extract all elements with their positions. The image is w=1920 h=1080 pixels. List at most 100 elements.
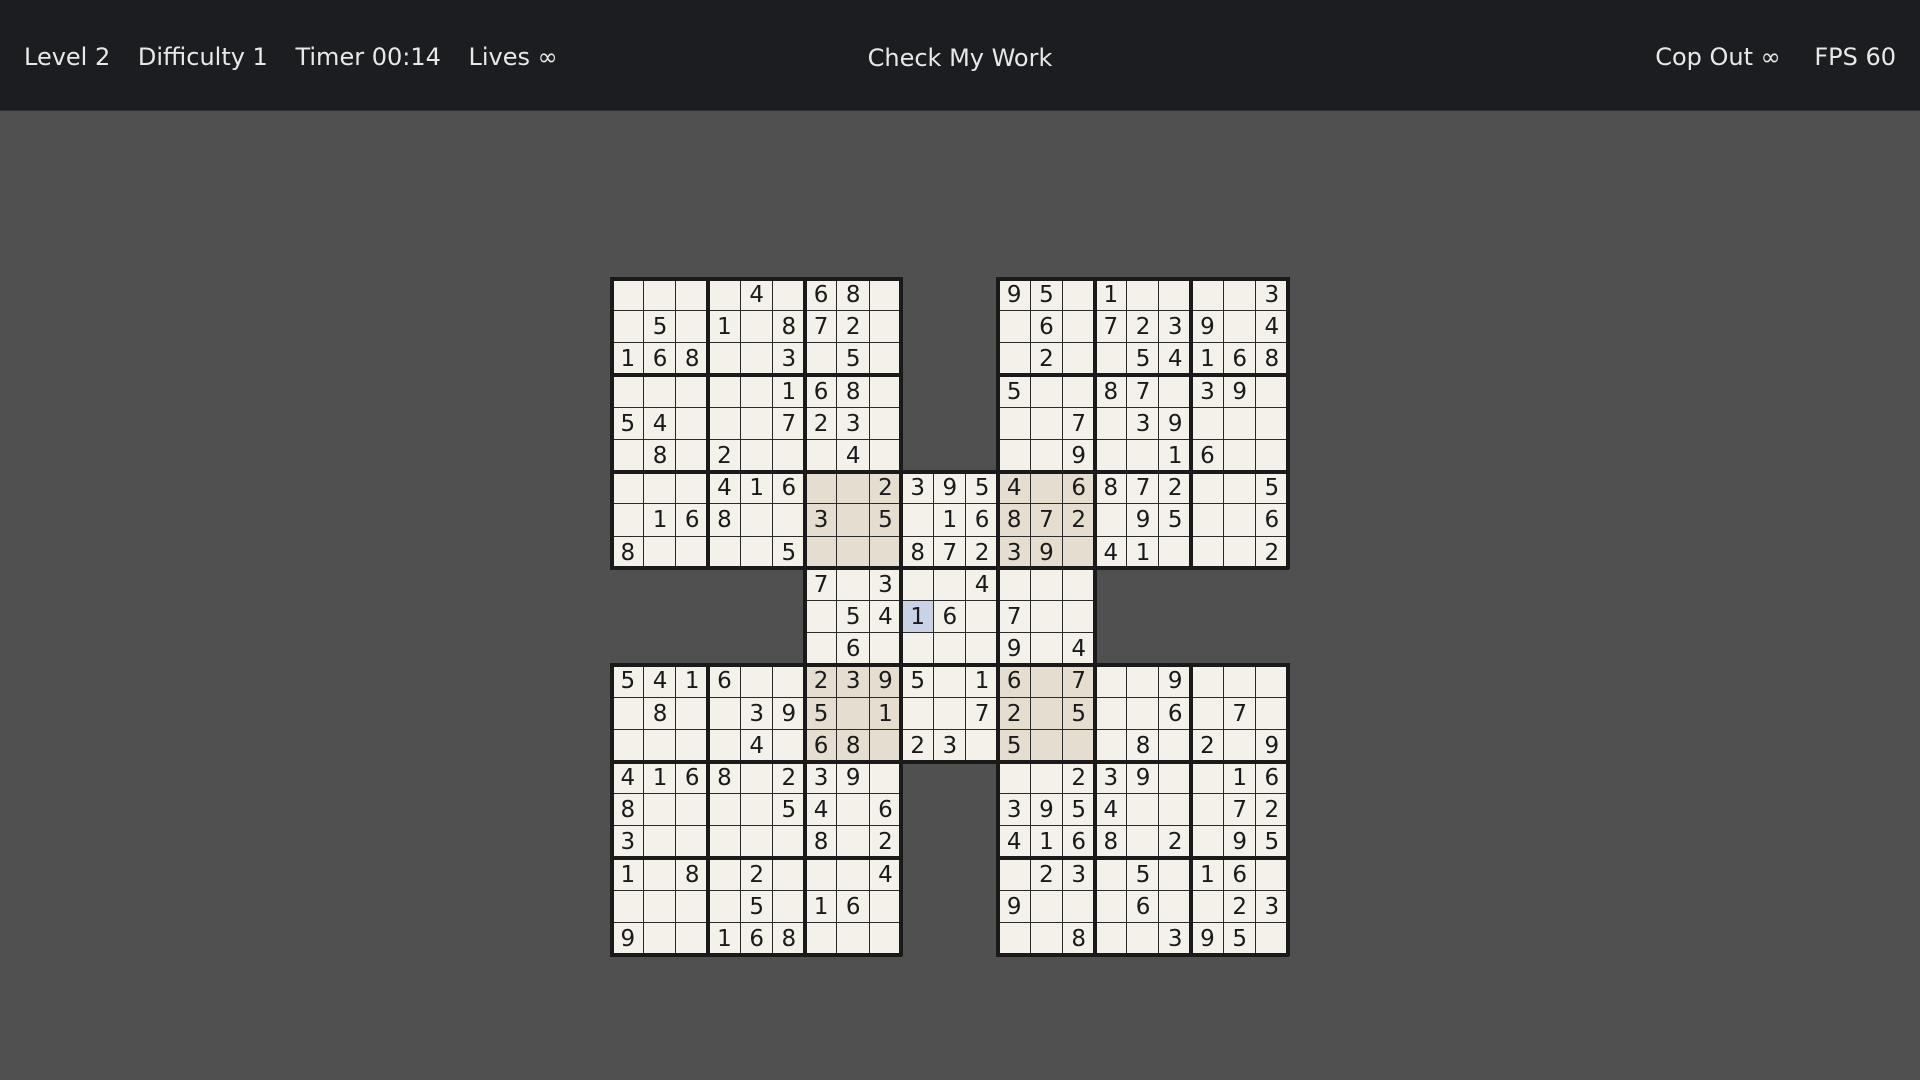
sudoku-cell[interactable] [643,471,676,504]
sudoku-cell[interactable] [675,535,709,569]
sudoku-cell[interactable]: 6 [933,600,966,633]
sudoku-cell[interactable] [707,406,741,440]
sudoku-cell[interactable] [739,374,773,408]
sudoku-cell[interactable] [643,793,676,826]
sudoku-cell[interactable] [1094,342,1127,376]
sudoku-cell[interactable]: 4 [611,761,644,794]
sudoku-cell[interactable] [804,600,837,633]
sudoku-cell[interactable] [1190,761,1224,794]
sudoku-cell[interactable]: 3 [804,761,837,794]
sudoku-cell[interactable]: 6 [997,664,1031,698]
sudoku-cell[interactable] [1094,664,1127,698]
sudoku-cell[interactable]: 7 [997,600,1031,633]
sudoku-cell[interactable] [1126,793,1159,826]
sudoku-cell[interactable] [1061,535,1095,569]
sudoku-cell[interactable]: 2 [804,664,837,698]
sudoku-cell[interactable] [868,922,902,955]
sudoku-cell[interactable]: 1 [1029,825,1063,859]
sudoku-cell[interactable] [1126,664,1159,698]
sudoku-cell[interactable] [1029,600,1063,633]
sudoku-cell[interactable] [1061,342,1095,376]
sudoku-cell[interactable] [611,696,644,730]
sudoku-cell[interactable] [1126,696,1159,730]
sudoku-cell[interactable] [1190,825,1224,859]
sudoku-cell[interactable]: 4 [997,471,1031,504]
sudoku-cell[interactable]: 8 [675,857,709,891]
sudoku-cell[interactable]: 2 [1222,889,1256,923]
sudoku-cell[interactable] [772,889,805,923]
sudoku-cell[interactable]: 3 [1061,857,1095,891]
sudoku-cell[interactable]: 3 [868,567,902,601]
sudoku-cell[interactable]: 6 [1190,439,1224,472]
sudoku-cell[interactable] [1126,278,1159,311]
sudoku-cell[interactable] [836,825,870,859]
sudoku-cell[interactable]: 6 [804,374,837,408]
sudoku-cell[interactable] [1061,374,1095,408]
sudoku-cell[interactable]: 5 [1158,503,1192,537]
sudoku-cell[interactable]: 6 [772,471,805,504]
sudoku-cell[interactable] [675,439,709,472]
sudoku-cell[interactable] [707,278,741,311]
sudoku-cell[interactable]: 8 [611,793,644,826]
sudoku-cell[interactable]: 4 [707,471,741,504]
sudoku-cell[interactable]: 8 [900,535,934,569]
sudoku-cell[interactable]: 4 [868,857,902,891]
sudoku-cell[interactable]: 8 [1061,922,1095,955]
sudoku-cell[interactable] [804,857,837,891]
sudoku-cell[interactable]: 4 [1255,310,1288,343]
sudoku-cell[interactable]: 6 [1158,696,1192,730]
sudoku-cell[interactable]: 6 [804,728,837,762]
sudoku-cell[interactable] [900,696,934,730]
sudoku-cell[interactable] [804,535,837,569]
sudoku-cell[interactable] [611,503,644,537]
sudoku-cell[interactable]: 5 [1061,793,1095,826]
sudoku-cell[interactable]: 9 [1158,664,1192,698]
sudoku-cell[interactable] [868,310,902,343]
sudoku-cell[interactable]: 9 [836,761,870,794]
sudoku-cell[interactable] [675,728,709,762]
sudoku-cell[interactable]: 2 [804,406,837,440]
sudoku-cell[interactable]: 7 [804,567,837,601]
sudoku-cell[interactable] [1190,471,1224,504]
sudoku-cell[interactable]: 1 [804,889,837,923]
sudoku-cell[interactable] [1158,374,1192,408]
sudoku-cell[interactable]: 7 [1126,374,1159,408]
sudoku-cell[interactable]: 5 [836,342,870,376]
sudoku-cell[interactable] [804,922,837,955]
sudoku-cell[interactable]: 3 [804,503,837,537]
sudoku-cell[interactable] [772,857,805,891]
sudoku-cell[interactable]: 6 [1255,761,1288,794]
sudoku-cell[interactable] [675,310,709,343]
sudoku-cell[interactable] [1158,761,1192,794]
sudoku-cell[interactable]: 2 [868,825,902,859]
sudoku-cell[interactable] [1158,728,1192,762]
sudoku-cell[interactable]: 5 [1029,278,1063,311]
sudoku-cell[interactable]: 3 [997,535,1031,569]
sudoku-cell[interactable] [1094,889,1127,923]
sudoku-cell[interactable] [772,728,805,762]
sudoku-cell[interactable] [739,310,773,343]
sudoku-cell[interactable]: 5 [1126,857,1159,891]
sudoku-cell[interactable] [1190,535,1224,569]
sudoku-cell[interactable]: 5 [1255,471,1288,504]
sudoku-cell[interactable]: 7 [804,310,837,343]
sudoku-cell[interactable] [772,503,805,537]
sudoku-cell[interactable]: 7 [1061,664,1095,698]
sudoku-cell[interactable]: 4 [868,600,902,633]
sudoku-cell[interactable] [1190,889,1224,923]
sudoku-cell[interactable]: 7 [933,535,966,569]
sudoku-cell[interactable]: 1 [1094,278,1127,311]
sudoku-cell[interactable] [1255,406,1288,440]
sudoku-cell[interactable]: 6 [675,761,709,794]
sudoku-cell[interactable] [675,825,709,859]
sudoku-cell[interactable]: 6 [965,503,998,537]
sudoku-cell[interactable]: 3 [997,793,1031,826]
sudoku-cell[interactable] [739,761,773,794]
sudoku-cell[interactable]: 4 [965,567,998,601]
sudoku-cell[interactable]: 2 [772,761,805,794]
sudoku-cell[interactable] [707,728,741,762]
sudoku-cell[interactable]: 8 [836,374,870,408]
sudoku-cell[interactable] [675,406,709,440]
sudoku-cell[interactable]: 1 [611,342,644,376]
sudoku-cell[interactable] [1190,503,1224,537]
